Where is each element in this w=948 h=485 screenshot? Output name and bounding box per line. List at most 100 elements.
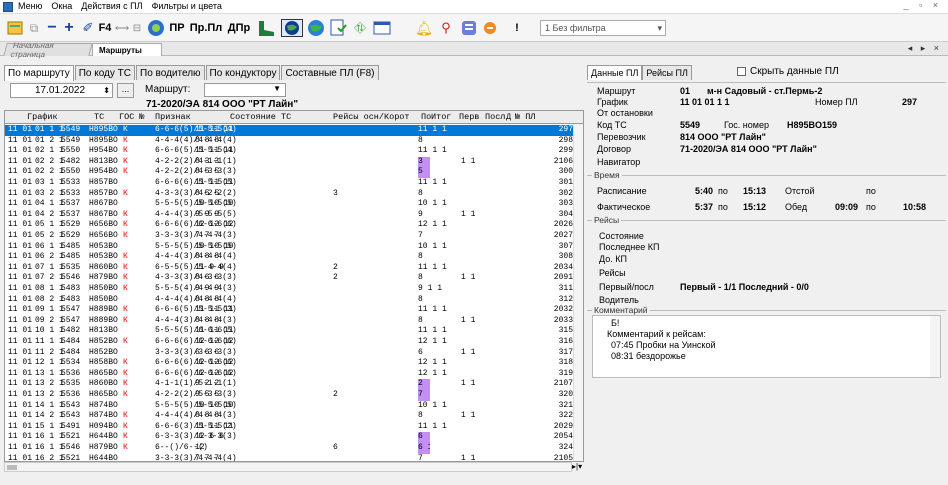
pl-grid[interactable]: График ТС ГОС № Признак Состояние ТС Рей… [4, 110, 584, 462]
col-schedule[interactable]: График [27, 112, 58, 122]
table-row[interactable]: 11 01 02 1 1 5550 H954BO К 6-6-6(5)/5-5-5(4) 1… [5, 146, 575, 157]
comment-box[interactable]: Б! Комментарий к рейсам: 07:45 Пробки на… [592, 315, 941, 378]
table-row[interactable]: 11 01 14 1 1 5543 H874BO 5-5-5(5)/5-5-5(5) 10… [5, 401, 575, 412]
prpl-button[interactable]: Пр.Пл [190, 19, 223, 37]
table-row[interactable]: 11 01 16 2 1 5521 H644BO 3-3-3(3)/4-4-4(4) 7 … [5, 454, 575, 461]
tab-nav-arrows[interactable]: ◂ ▸ × [908, 43, 942, 54]
table-row[interactable]: 11 01 09 1 1 5547 H889BO К 6-6-6(5)/5-5-5(3) 1… [5, 305, 575, 316]
table-row[interactable]: 11 01 11 2 1 5484 H852BO 3-3-3(3)/3-3-3(3) 6 … [5, 348, 575, 359]
scroll-thumb[interactable] [7, 465, 17, 470]
table-row[interactable]: 11 01 11 1 1 5484 H852BO К 6-6-6(6)/6-6-6(6) 1… [5, 337, 575, 348]
route-select[interactable]: ▼ [204, 83, 286, 97]
tab-by-ts[interactable]: По коду ТС [74, 65, 136, 80]
col-trips[interactable]: Рейсы осн/Корот [333, 112, 419, 122]
boot-icon[interactable] [255, 19, 277, 37]
location-pin-icon[interactable]: ⚲ [436, 19, 456, 37]
tab-by-conductor[interactable]: По кондуктору [205, 65, 281, 80]
table-row[interactable]: 11 01 13 2 1 5536 H865BO К 4-2-2(2)/5-3-3(3) 9… [5, 390, 575, 401]
list-icon[interactable] [460, 19, 478, 37]
table-row[interactable]: 11 01 03 1 1 5533 H857BO 6-6-6(6)/5-5-5(5) 11… [5, 178, 575, 189]
table-row[interactable]: 11 01 13 2 1 5535 H860BO К 4-1-1(1)/5-1-1(1) 9… [5, 379, 575, 390]
table-row[interactable]: 11 01 15 1 1 5491 H094BO К 6-6-6(3)/5-5-5(2) 1… [5, 422, 575, 433]
row-last: 1 1 [461, 347, 476, 357]
menu-item-menu[interactable]: Меню [18, 1, 42, 11]
exclamation-icon[interactable]: ! [512, 19, 522, 37]
open-icon[interactable] [6, 19, 24, 37]
schedule-from: 5:40 [695, 186, 714, 196]
window-icon[interactable] [372, 19, 392, 37]
stop-icon[interactable] [482, 19, 498, 37]
menu-item-windows[interactable]: Окна [51, 1, 72, 11]
table-row[interactable]: 11 01 05 1 1 5529 H656BO К 6-6-6(6)/6-6-6(6) 1… [5, 220, 575, 231]
globe-user-icon[interactable] [146, 19, 166, 37]
window-controls[interactable]: _ ▫ × [904, 0, 942, 10]
tab-pl-trips[interactable]: Рейсы ПЛ [642, 65, 692, 80]
table-row[interactable]: 11 01 14 2 1 5543 H874BO К 4-4-4(4)/4-4-4(3) 8… [5, 411, 575, 422]
filter-select[interactable]: 1 Без фильтра ▾ [540, 20, 666, 36]
tab-start-page[interactable]: Начальная страница [3, 41, 93, 59]
col-pl-number[interactable]: № ПЛ [515, 112, 535, 122]
globe-map-icon[interactable] [281, 19, 303, 37]
table-row[interactable]: 11 01 07 1 1 5535 H860BO К 6-5-5(5)/5-4-4(4) 1… [5, 263, 575, 274]
grid-horizontal-scrollbar[interactable] [4, 462, 572, 472]
table-row[interactable]: 11 01 02 2 1 5482 H813BO К 4-2-2(2)/4-1-1(1) 8… [5, 156, 575, 168]
col-total[interactable]: Итог [431, 112, 451, 122]
dpr-button[interactable]: ДПр [227, 19, 251, 37]
tab-by-driver[interactable]: По водителю [136, 65, 205, 80]
row-trips: 6 6 6 [195, 347, 220, 357]
col-state[interactable]: Состояние ТС [230, 112, 291, 122]
table-row[interactable]: 11 01 04 1 1 5537 H867BO 5-5-5(5)/5-5-5(5) 10… [5, 199, 575, 210]
chevron-down-icon[interactable]: ▸|▾ [572, 462, 582, 471]
menu-item-filters[interactable]: Фильтры и цвета [152, 1, 222, 11]
pr-button[interactable]: ПР [168, 19, 186, 37]
table-row[interactable]: 11 0116 1 15546H879BOК6--()/6--()1266 13… [5, 443, 575, 454]
tab-routes[interactable]: Маршруты [92, 43, 162, 56]
f4-button[interactable]: F4 [96, 19, 114, 37]
table-row[interactable]: 11 01 06 2 1 5485 H053BO К 4-4-4(3)/4-4-4(4) 8… [5, 252, 575, 263]
hide-data-checkbox[interactable]: Скрыть данные ПЛ [737, 66, 839, 77]
menu-item-pl-actions[interactable]: Действия с ПЛ [81, 1, 142, 11]
minus-icon[interactable]: − [45, 19, 59, 37]
table-row[interactable]: 11 01 06 1 1 5485 H053BO 5-5-5(5)/5-5-5(5) 10… [5, 242, 575, 253]
table-row[interactable]: 11 01 13 1 1 5536 H865BO К 6-6-6(6)/6-6-6(6) 1… [5, 369, 575, 380]
table-row[interactable]: 11 01 08 1 1 5483 H850BO К 5-5-5(4)/4-4-4(3) 9… [5, 284, 575, 295]
table-row[interactable]: 11 01 08 2 1 5483 H850BO 4-4-4(4)/4-4-4(4) 8 … [5, 295, 575, 306]
spin-icon[interactable]: ⬍ [103, 86, 110, 95]
edit-icon[interactable]: ✐ [80, 19, 96, 37]
row-ts: 5529 [61, 220, 81, 230]
tab-by-route[interactable]: По маршруту [4, 65, 74, 81]
col-po[interactable]: По [421, 112, 431, 122]
table-row[interactable]: 11 01 07 2 1 5546 H879BO К 4-3-3(3)/4-3-3(3) 8… [5, 273, 575, 284]
route-icon[interactable]: ⛗ [350, 19, 370, 37]
col-last[interactable]: Посл [485, 112, 505, 122]
document-check-icon[interactable] [328, 19, 348, 37]
table-row[interactable]: 11 01 01 1 1 5549 H895BO К 6-6-6(5)/5-5-5(4) 1… [5, 125, 575, 136]
table-row[interactable]: 11 01 02 2 1 5550 H954BO К 4-2-2(2)/4-3-3(3) 8… [5, 167, 575, 178]
col-gos[interactable]: ГОС № [119, 112, 145, 122]
globe-icon[interactable] [306, 19, 326, 37]
col-first[interactable]: Перв [459, 112, 479, 122]
grid-vertical-scrollbar[interactable] [573, 124, 583, 461]
tab-pl-data[interactable]: Данные ПЛ [587, 65, 643, 80]
copy-icon[interactable]: ⧉ [26, 19, 42, 37]
col-ts[interactable]: ТС [94, 112, 104, 122]
comment-scrollbar[interactable] [930, 316, 940, 377]
table-row[interactable]: 11 01 09 2 1 5547 H889BO К 4-4-4(3)/4-4-4(3) 8… [5, 316, 575, 327]
table-row[interactable]: 11 01 04 2 1 5537 H867BO К 4-4-4(3)/5-5-5(5) 9… [5, 210, 575, 221]
plus-icon[interactable]: + [62, 19, 76, 37]
table-row[interactable]: 11 01 01 2 1 5549 H895BO К 4-4-4(4)/4-4-4(4) 8… [5, 136, 575, 147]
split-icon[interactable]: ⟷ [115, 19, 129, 37]
date-picker[interactable]: 17.01.2022 ⬍ [10, 83, 113, 98]
col-sign[interactable]: Признак [155, 112, 193, 122]
col-d[interactable]: Д [506, 112, 511, 122]
minus-box-icon[interactable]: ⊟ [130, 19, 144, 37]
table-row[interactable]: 11 01 12 1 1 5534 H858BO К 6-6-6(6)/6-6-6(6) 1… [5, 358, 575, 369]
checkbox-box[interactable] [737, 67, 746, 76]
bell-icon[interactable]: 🔔︎ [415, 19, 433, 37]
table-row[interactable]: 11 01 05 2 1 5529 H656BO К 3-3-3(3)/4-4-4(3) 7… [5, 231, 575, 242]
table-row[interactable]: 11 01 16 1 1 5521 H644BO К 6-3-3(3)/6-3-3(3) 1… [5, 432, 575, 443]
more-button[interactable]: ... [117, 83, 134, 98]
tab-composite-pl[interactable]: Составные ПЛ (F8) [281, 65, 379, 80]
table-row[interactable]: 11 01 03 2 1 5533 H857BO К 4-3-3(3)/4-2-2(2) 8… [5, 189, 575, 200]
table-row[interactable]: 11 01 10 1 1 5482 H813BO 5-5-5(5)/6-6-6(5) 11… [5, 326, 575, 337]
